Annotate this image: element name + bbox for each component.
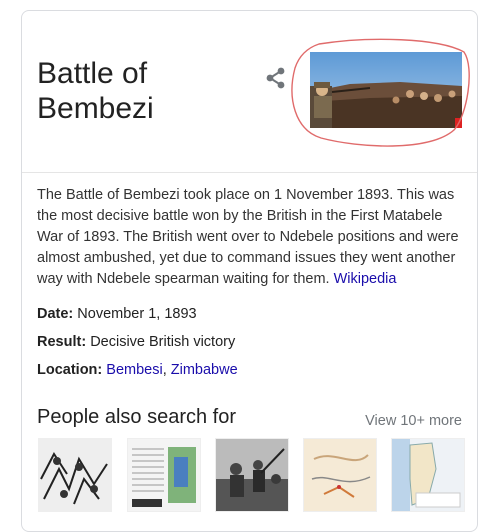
location-label: Location: xyxy=(37,362,103,378)
view-more-link[interactable]: View 10+ more xyxy=(365,413,462,429)
location-link-bembesi[interactable]: Bembesi xyxy=(106,362,162,378)
thumbnail-5[interactable] xyxy=(391,438,465,512)
fact-result: Result: Decisive British victory xyxy=(37,334,235,350)
fact-location: Location: Bembesi, Zimbabwe xyxy=(37,362,238,378)
share-icon[interactable] xyxy=(263,65,289,91)
thumbnail-2[interactable] xyxy=(127,438,201,512)
fact-date: Date: November 1, 1893 xyxy=(37,306,197,322)
people-also-search-heading: People also search for xyxy=(37,406,237,428)
result-label: Result: xyxy=(37,334,87,350)
location-link-zimbabwe[interactable]: Zimbabwe xyxy=(171,362,238,378)
hero-image[interactable] xyxy=(310,52,462,128)
location-separator: , xyxy=(162,362,171,378)
date-label: Date: xyxy=(37,306,74,322)
result-value: Decisive British victory xyxy=(90,334,236,350)
divider xyxy=(22,172,477,173)
description: The Battle of Bembezi took place on 1 No… xyxy=(37,185,467,290)
thumbnail-1[interactable] xyxy=(38,438,112,512)
knowledge-panel: Battle of Bembezi The Battle of Bembezi … xyxy=(21,10,478,532)
wikipedia-link[interactable]: Wikipedia xyxy=(334,271,397,287)
panel-title: Battle of Bembezi xyxy=(37,57,154,125)
thumbnail-3[interactable] xyxy=(215,438,289,512)
date-value: November 1, 1893 xyxy=(77,306,197,322)
thumbnail-4[interactable] xyxy=(303,438,377,512)
